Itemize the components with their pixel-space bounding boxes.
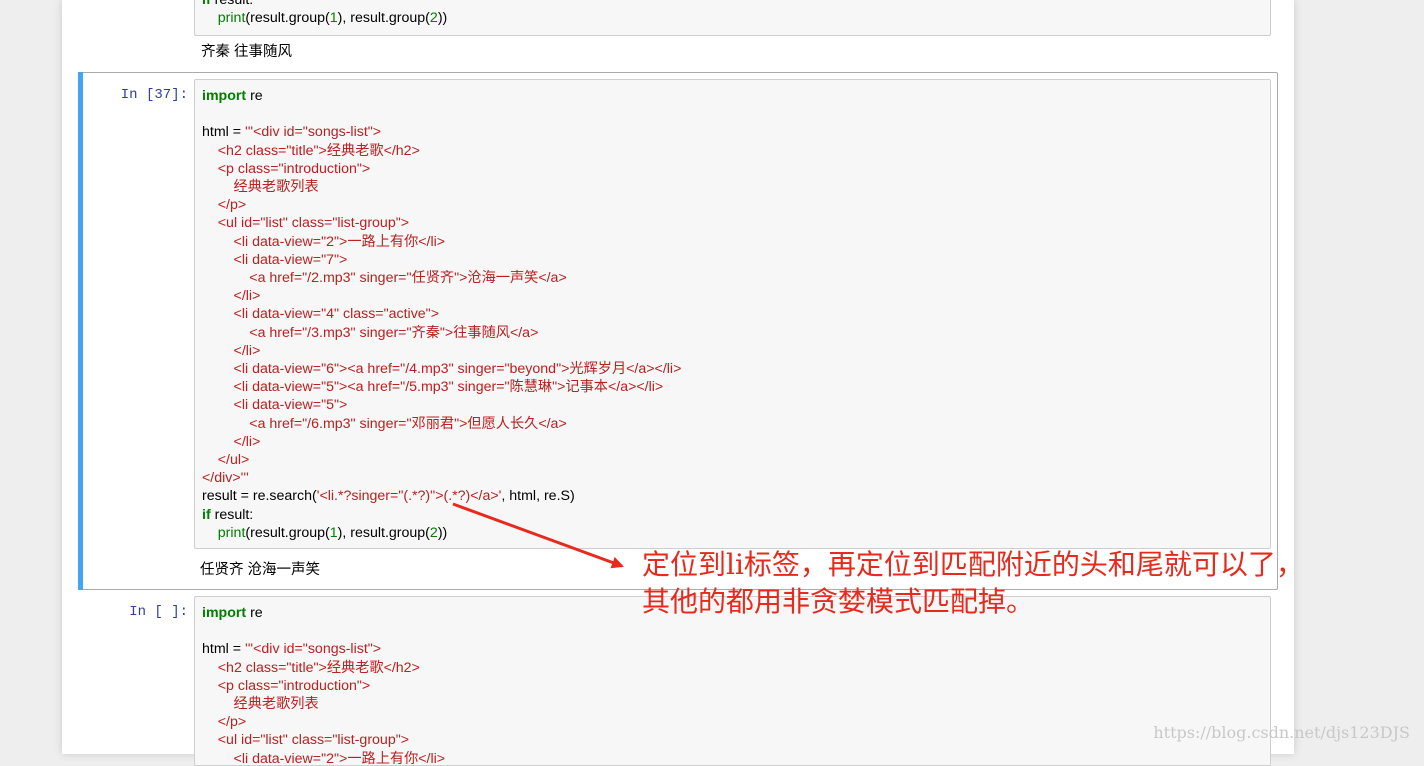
annotation-arrow [452, 502, 624, 569]
annotation-line-2: 其他的都用非贪婪模式匹配掉。 [642, 585, 1035, 618]
annotation-line-1: 定位到li标签，再定位到匹配附近的头和尾就可以了， [642, 548, 1304, 581]
annotation-text: 定位到li标签，再定位到匹配附近的头和尾就可以了， 其他的都用非贪婪模式匹配掉。 [642, 546, 1304, 620]
watermark: https://blog.csdn.net/djs123DJS [1153, 723, 1410, 742]
